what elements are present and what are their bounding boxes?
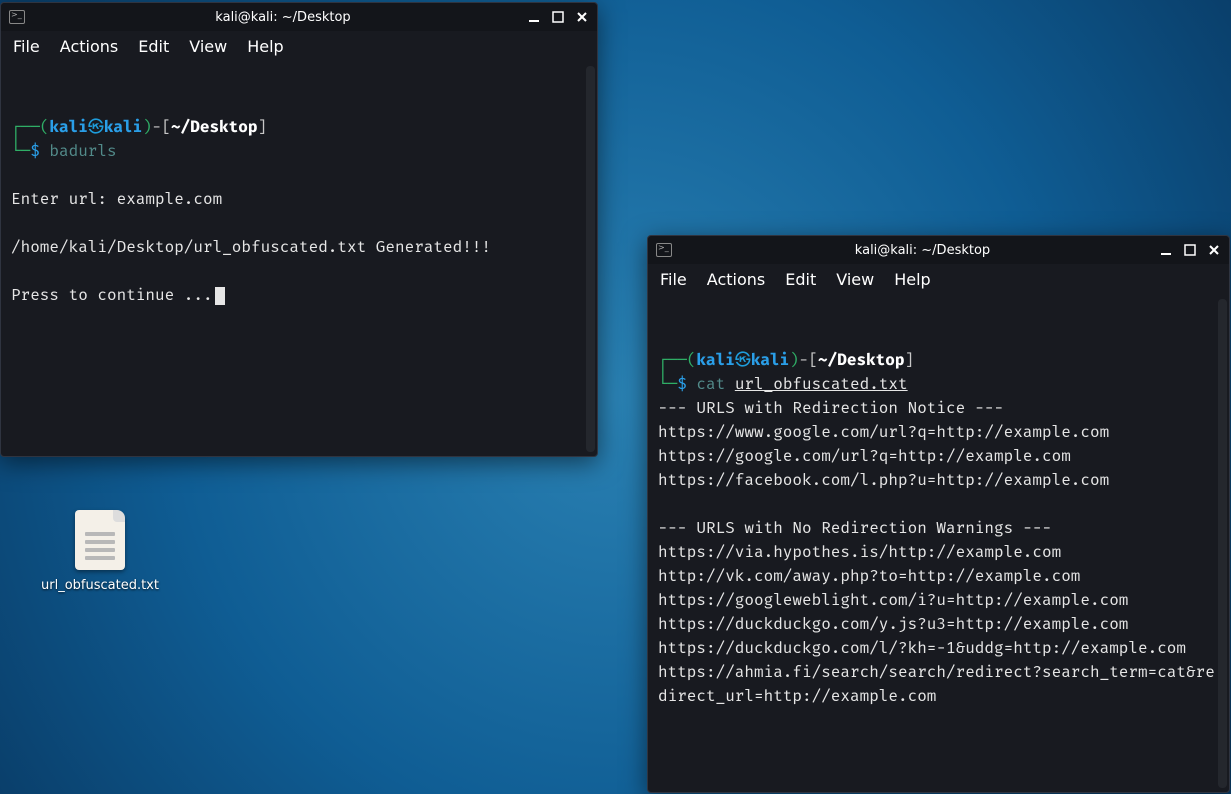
window-title: kali@kali: ~/Desktop	[686, 243, 1159, 258]
output-line: https://duckduckgo.com/l/?kh=-1&uddg=htt…	[658, 639, 1186, 658]
output-line: https://facebook.com/l.php?u=http://exam…	[658, 471, 1109, 490]
menu-file[interactable]: File	[13, 37, 40, 56]
close-button[interactable]	[1207, 243, 1221, 257]
close-button[interactable]	[575, 10, 589, 24]
output-line: Enter url: example.com	[11, 190, 222, 209]
minimize-button[interactable]	[527, 10, 541, 24]
titlebar[interactable]: kali@kali: ~/Desktop	[648, 236, 1229, 264]
desktop-file-label: url_obfuscated.txt	[40, 578, 160, 593]
menu-help[interactable]: Help	[247, 37, 283, 56]
cursor	[215, 287, 225, 305]
file-icon	[75, 510, 125, 570]
output-line: https://googleweblight.com/i?u=http://ex…	[658, 591, 1128, 610]
output-line: http://vk.com/away.php?to=http://example…	[658, 567, 1080, 586]
titlebar[interactable]: kali@kali: ~/Desktop	[1, 3, 597, 31]
output-line: https://via.hypothes.is/http://example.c…	[658, 543, 1061, 562]
output-line: https://google.com/url?q=http://example.…	[658, 447, 1071, 466]
terminal-output[interactable]: ┌──(kali㉿kali)-[~/Desktop] └─$ badurls E…	[1, 62, 597, 456]
output-line: /home/kali/Desktop/url_obfuscated.txt Ge…	[11, 238, 491, 257]
output-line: --- URLS with Redirection Notice ---	[658, 399, 1004, 418]
output-line: --- URLS with No Redirection Warnings --…	[658, 519, 1052, 538]
terminal-icon	[9, 10, 25, 24]
menu-file[interactable]: File	[660, 270, 687, 289]
output-line: https://duckduckgo.com/y.js?u3=http://ex…	[658, 615, 1128, 634]
menu-edit[interactable]: Edit	[138, 37, 169, 56]
menu-view[interactable]: View	[836, 270, 874, 289]
menu-actions[interactable]: Actions	[60, 37, 118, 56]
desktop-file-icon[interactable]: url_obfuscated.txt	[40, 510, 160, 593]
maximize-button[interactable]	[1183, 243, 1197, 257]
menubar: File Actions Edit View Help	[648, 264, 1229, 295]
terminal-output[interactable]: ┌──(kali㉿kali)-[~/Desktop] └─$ cat url_o…	[648, 295, 1229, 792]
scrollbar[interactable]	[1218, 299, 1227, 788]
menu-view[interactable]: View	[189, 37, 227, 56]
terminal-window-1[interactable]: kali@kali: ~/Desktop File Actions Edit V…	[0, 2, 598, 457]
window-title: kali@kali: ~/Desktop	[39, 10, 527, 25]
output-line: Press to continue ...	[11, 286, 213, 305]
menu-actions[interactable]: Actions	[707, 270, 765, 289]
minimize-button[interactable]	[1159, 243, 1173, 257]
output-line: https://www.google.com/url?q=http://exam…	[658, 423, 1109, 442]
scrollbar[interactable]	[586, 66, 595, 452]
maximize-button[interactable]	[551, 10, 565, 24]
terminal-window-2[interactable]: kali@kali: ~/Desktop File Actions Edit V…	[647, 235, 1230, 793]
menu-help[interactable]: Help	[894, 270, 930, 289]
menu-edit[interactable]: Edit	[785, 270, 816, 289]
menubar: File Actions Edit View Help	[1, 31, 597, 62]
terminal-icon	[656, 243, 672, 257]
output-line: https://ahmia.fi/search/search/redirect?…	[658, 663, 1215, 706]
